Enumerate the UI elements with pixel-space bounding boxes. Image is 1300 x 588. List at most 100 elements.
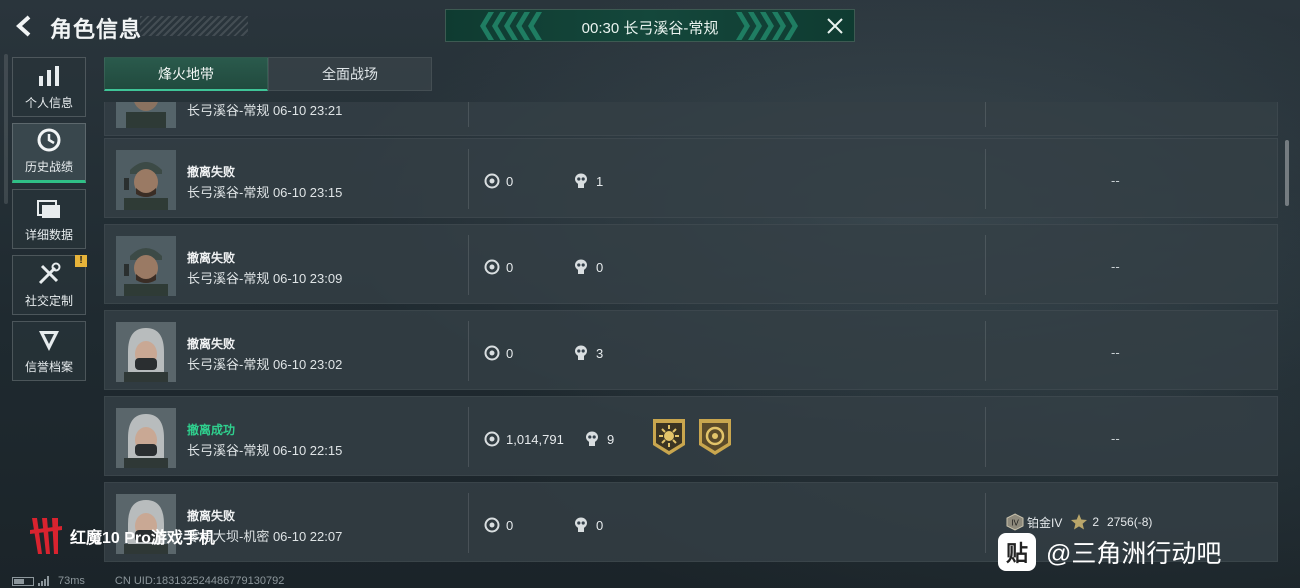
coin-icon — [484, 259, 500, 275]
record-status: 撤离失败 — [187, 165, 236, 179]
record-row[interactable]: 撤离失败 长弓溪谷-常规 06-10 23:15 0 1 -- — [104, 138, 1278, 218]
record-meta: 长弓溪谷-常规 06-10 23:21 — [187, 103, 343, 118]
uid-text: CN UID:183132524486779130792 — [114, 575, 285, 587]
divider — [985, 407, 986, 467]
redmagic-logo-icon — [30, 518, 62, 554]
coin-icon — [484, 517, 500, 533]
divider — [468, 407, 469, 467]
tab-warfare[interactable]: 全面战场 — [268, 57, 432, 91]
page-title: 角色信息 — [50, 17, 143, 42]
sidebar-item-history[interactable]: 历史战绩 — [12, 123, 86, 183]
back-arrow-icon — [16, 15, 31, 37]
divider — [468, 102, 469, 127]
device-watermark-text: 红魔10 Pro游戏手机 — [70, 530, 215, 547]
tools-icon — [38, 262, 61, 285]
record-meta: 长弓溪谷-常规 06-10 23:09 — [187, 271, 343, 286]
coin-value: 0 — [484, 345, 513, 361]
list-scrollbar[interactable] — [1285, 140, 1289, 206]
skull-icon — [575, 345, 587, 360]
kill-amount: 0 — [596, 517, 604, 533]
coin-icon — [484, 173, 500, 189]
record-result: -- — [1111, 173, 1120, 188]
sidebar-item-details[interactable]: 详细数据 — [12, 189, 86, 249]
record-status: 撤离失败 — [187, 251, 236, 265]
skull-icon — [575, 173, 587, 188]
skull-icon — [586, 431, 598, 446]
title-decoration — [140, 16, 248, 36]
match-banner: 00:30 长弓溪谷-常规 — [445, 9, 855, 42]
kill-count: 0 — [574, 259, 603, 275]
signal-icon — [38, 576, 50, 586]
rank-score: 2756(-8) — [1107, 515, 1153, 529]
rank-info: IV 铂金IV 2 2756(-8) — [1005, 513, 1160, 531]
tieba-watermark-text: @三角洲行动吧 — [1046, 540, 1222, 568]
sidebar-item-profile[interactable]: 个人信息 — [12, 57, 86, 117]
avatar — [116, 408, 176, 468]
record-row[interactable]: 撤离失败 长弓溪谷-常规 06-10 23:02 0 3 -- — [104, 310, 1278, 390]
coin-value: 0 — [484, 259, 513, 275]
star-count: 2 — [1092, 515, 1100, 529]
divider — [985, 149, 986, 209]
skull-icon — [575, 259, 587, 274]
coin-value: 0 — [484, 173, 513, 189]
kill-count: 1 — [574, 173, 603, 189]
bar-chart-icon — [39, 66, 59, 86]
sidebar-item-label: 历史战绩 — [24, 160, 73, 174]
kill-count: 3 — [574, 345, 603, 361]
divider — [468, 149, 469, 209]
coin-value: 0 — [484, 517, 513, 533]
rank-name: 铂金IV — [1027, 515, 1063, 530]
sidebar-scroll-track — [4, 54, 8, 204]
tab-operations[interactable]: 烽火地带 — [104, 57, 268, 91]
kill-count: 9 — [585, 431, 614, 447]
record-meta: 长弓溪谷-常规 06-10 22:15 — [187, 443, 343, 458]
svg-text:IV: IV — [1011, 519, 1019, 528]
divider — [468, 493, 469, 553]
banner-close-button[interactable] — [824, 15, 846, 37]
divider — [985, 102, 986, 127]
clock-icon — [37, 128, 61, 152]
divider — [468, 235, 469, 295]
kill-amount: 9 — [607, 431, 615, 447]
record-row[interactable]: 长弓溪谷-常规 06-10 23:21 — [104, 102, 1278, 136]
sidebar-item-reputation[interactable]: 信誉档案 — [12, 321, 86, 381]
emblem-medal-icon[interactable] — [697, 417, 733, 457]
skull-icon — [575, 517, 587, 532]
record-status: 撤离失败 — [187, 337, 236, 351]
record-meta: 长弓溪谷-常规 06-10 23:15 — [187, 185, 343, 200]
sidebar-item-label: 社交定制 — [24, 294, 73, 308]
record-row[interactable]: 撤离成功 长弓溪谷-常规 06-10 22:15 1,014,791 9 -- — [104, 396, 1278, 476]
sidebar-item-label: 信誉档案 — [24, 360, 73, 374]
rank-badge-icon: IV — [1006, 513, 1024, 531]
record-list[interactable]: 长弓溪谷-常规 06-10 23:21 撤离失败 长弓溪谷-常规 06-10 2… — [104, 102, 1278, 588]
avatar — [116, 102, 176, 128]
coin-amount: 0 — [506, 173, 514, 189]
avatar — [116, 322, 176, 382]
coin-value: 1,014,791 — [484, 431, 564, 447]
sun-medal-icon[interactable] — [651, 417, 687, 457]
sidebar-item-label: 个人信息 — [24, 96, 73, 110]
back-button[interactable] — [12, 12, 38, 40]
coin-amount: 0 — [506, 517, 514, 533]
coin-icon — [484, 345, 500, 361]
mode-tabs: 烽火地带 全面战场 — [104, 57, 432, 91]
match-banner-text: 00:30 长弓溪谷-常规 — [581, 20, 719, 37]
avatar — [116, 236, 176, 296]
tieba-logo-icon: 贴 — [998, 533, 1036, 571]
warning-badge: ! — [75, 255, 87, 267]
record-result: -- — [1111, 345, 1120, 360]
header: 角色信息 00:30 长弓溪谷-常规 — [0, 0, 1300, 54]
divider — [985, 321, 986, 381]
sidebar-item-social[interactable]: ! 社交定制 — [12, 255, 87, 315]
divider — [468, 321, 469, 381]
tieba-watermark: 贴 @三角洲行动吧 — [998, 533, 1221, 571]
device-watermark: 红魔10 Pro游戏手机 — [28, 516, 215, 556]
record-result: -- — [1111, 431, 1120, 446]
record-row[interactable]: 撤离失败 长弓溪谷-常规 06-10 23:09 0 0 -- — [104, 224, 1278, 304]
divider — [985, 235, 986, 295]
divider — [985, 493, 986, 553]
battery-icon — [12, 576, 34, 586]
star-icon — [1071, 514, 1088, 530]
record-status: 撤离成功 — [187, 423, 236, 437]
status-footer: 73ms CN UID:183132524486779130792 — [12, 574, 284, 588]
